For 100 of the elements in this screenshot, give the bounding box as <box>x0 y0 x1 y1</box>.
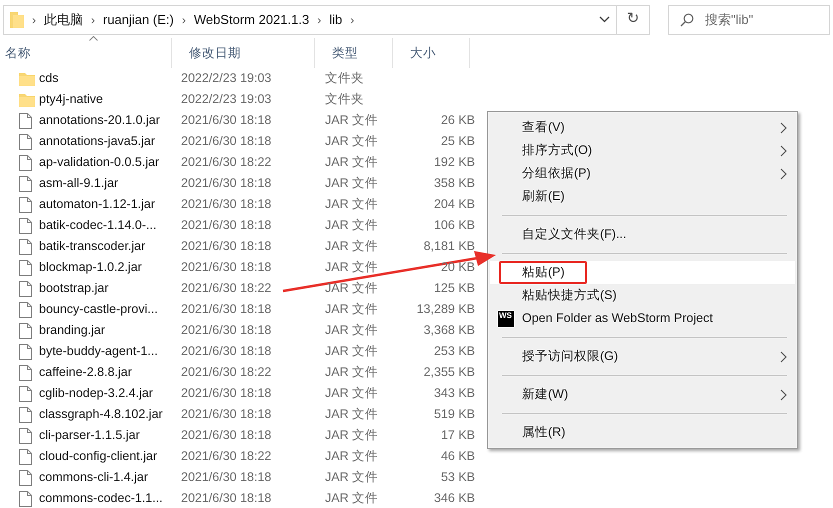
breadcrumb-separator: › <box>350 12 354 28</box>
file-icon <box>19 344 32 360</box>
breadcrumb-separator: › <box>182 12 186 28</box>
menu-item[interactable]: 粘贴(P) <box>490 261 795 284</box>
file-type: JAR 文件 <box>325 364 380 382</box>
search-field[interactable]: 搜索"lib" <box>668 4 830 34</box>
menu-item[interactable]: 粘贴快捷方式(S) <box>490 284 795 307</box>
file-name[interactable]: commons-cli-1.4.jar <box>39 468 181 487</box>
file-name[interactable]: byte-buddy-agent-1... <box>39 342 181 361</box>
file-icon <box>19 364 32 380</box>
menu-item[interactable]: WS Open Folder as WebStorm Project <box>490 307 795 330</box>
folder-icon <box>10 12 24 28</box>
file-icon <box>19 154 32 170</box>
file-size: 17 KB <box>440 427 475 444</box>
menu-item[interactable]: 排序方式(O) <box>490 139 795 162</box>
file-size: 192 KB <box>432 154 475 172</box>
file-icon <box>19 386 32 402</box>
file-icon <box>19 112 32 128</box>
file-name[interactable]: annotations-java5.jar <box>39 132 181 151</box>
address-bar[interactable]: › 此电脑 › ruanjian (E:) › WebStorm 2021.1.3 › lib › <box>3 4 618 34</box>
file-name[interactable]: cds <box>39 69 181 88</box>
file-size: 346 KB <box>432 490 475 508</box>
refresh-button[interactable]: ↻ <box>616 4 650 34</box>
breadcrumb-item[interactable]: WebStorm 2021.1.3 <box>194 10 310 30</box>
file-type: 文件夹 <box>325 70 365 88</box>
modified-date: 2021/6/30 18:22 <box>181 280 272 298</box>
file-type: JAR 文件 <box>325 322 380 340</box>
file-icon <box>19 322 32 338</box>
menu-item[interactable]: 新建(W) <box>490 383 795 406</box>
file-name[interactable]: classgraph-4.8.102.jar <box>39 405 181 424</box>
file-name[interactable]: commons-codec-1.1... <box>39 489 181 508</box>
file-type: JAR 文件 <box>325 280 380 298</box>
menu-item[interactable]: 属性(R) <box>490 421 795 444</box>
file-name[interactable]: cli-parser-1.1.5.jar <box>39 426 181 445</box>
file-name[interactable]: branding.jar <box>39 321 181 340</box>
file-name[interactable]: ap-validation-0.0.5.jar <box>39 153 181 172</box>
modified-date: 2021/6/30 18:22 <box>181 154 272 172</box>
file-type: JAR 文件 <box>325 343 380 360</box>
modified-date: 2021/6/30 18:18 <box>181 196 272 214</box>
file-name[interactable]: pty4j-native <box>39 90 181 109</box>
modified-date: 2021/6/30 18:18 <box>181 112 272 130</box>
dropdown-icon[interactable] <box>599 16 610 23</box>
file-name[interactable]: automaton-1.12-1.jar <box>39 195 181 214</box>
file-name[interactable]: batik-codec-1.14.0-... <box>39 216 181 235</box>
file-type: JAR 文件 <box>325 133 380 150</box>
file-icon <box>19 302 32 318</box>
menu-item[interactable]: 刷新(E) <box>490 185 795 208</box>
menu-item[interactable]: 自定义文件夹(F)... <box>490 223 795 246</box>
file-type: JAR 文件 <box>325 469 380 486</box>
file-type: JAR 文件 <box>325 385 380 402</box>
file-size: 20 KB <box>440 259 475 276</box>
file-size: 25 KB <box>440 133 475 150</box>
file-icon <box>19 260 32 276</box>
file-size: 519 KB <box>432 406 475 424</box>
menu-item[interactable]: 查看(V) <box>490 116 795 139</box>
file-name[interactable]: cglib-nodep-3.2.4.jar <box>39 384 181 403</box>
file-size: 125 KB <box>432 280 475 298</box>
file-type: JAR 文件 <box>325 217 380 234</box>
file-name[interactable]: batik-transcoder.jar <box>39 237 181 256</box>
file-icon <box>19 470 32 486</box>
file-name[interactable]: blockmap-1.0.2.jar <box>39 258 181 277</box>
file-name[interactable]: bootstrap.jar <box>39 279 181 298</box>
modified-date: 2021/6/30 18:22 <box>181 448 272 466</box>
file-type: JAR 文件 <box>325 238 380 256</box>
file-name[interactable]: annotations-20.1.0.jar <box>39 111 181 130</box>
modified-date: 2021/6/30 18:18 <box>181 259 272 276</box>
file-type: JAR 文件 <box>325 175 380 192</box>
file-icon <box>19 490 32 506</box>
file-size: 106 KB <box>432 217 475 234</box>
file-name[interactable]: asm-all-9.1.jar <box>39 174 181 193</box>
modified-date: 2021/6/30 18:22 <box>181 364 272 382</box>
modified-date: 2021/6/30 18:18 <box>181 322 272 340</box>
file-type: JAR 文件 <box>325 154 380 172</box>
file-type: JAR 文件 <box>325 259 380 276</box>
file-icon <box>19 280 32 296</box>
breadcrumb-separator: › <box>91 12 95 28</box>
file-type: JAR 文件 <box>325 448 380 466</box>
file-type: JAR 文件 <box>325 427 380 444</box>
menu-item[interactable]: 授予访问权限(G) <box>490 345 795 368</box>
file-size: 8,181 KB <box>422 238 475 256</box>
file-type: JAR 文件 <box>325 112 380 130</box>
file-name[interactable]: bouncy-castle-provi... <box>39 300 181 319</box>
file-name[interactable]: cloud-config-client.jar <box>39 447 181 466</box>
file-icon <box>19 448 32 464</box>
modified-date: 2021/6/30 18:18 <box>181 238 272 256</box>
file-icon <box>19 218 32 234</box>
modified-date: 2021/6/30 18:18 <box>181 343 272 360</box>
breadcrumb-item[interactable]: ruanjian (E:) <box>103 10 174 30</box>
file-icon <box>19 428 32 444</box>
modified-date: 2021/6/30 18:18 <box>181 217 272 234</box>
file-type: JAR 文件 <box>325 196 380 214</box>
file-size: 253 KB <box>432 343 475 360</box>
file-icon <box>19 134 32 150</box>
file-size: 53 KB <box>440 469 475 486</box>
file-icon <box>19 196 32 212</box>
modified-date: 2021/6/30 18:18 <box>181 385 272 402</box>
menu-item[interactable]: 分组依据(P) <box>490 162 795 185</box>
file-name[interactable]: caffeine-2.8.8.jar <box>39 363 181 382</box>
breadcrumb-item[interactable]: lib <box>329 10 342 30</box>
breadcrumb-item[interactable]: 此电脑 <box>44 10 83 30</box>
